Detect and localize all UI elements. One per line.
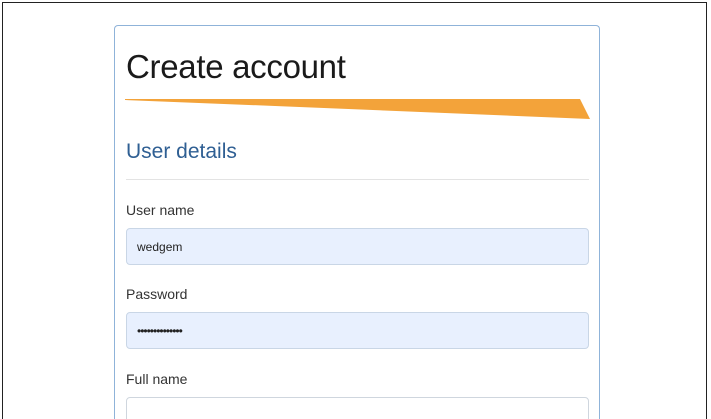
fullname-label: Full name — [126, 371, 188, 387]
password-input[interactable] — [126, 312, 589, 349]
password-label: Password — [126, 286, 188, 302]
create-account-card: Create account User details User name Pa… — [114, 25, 600, 419]
section-divider — [126, 179, 589, 180]
accent-stripe — [125, 99, 590, 119]
fullname-input[interactable] — [126, 397, 589, 419]
section-title-user-details: User details — [126, 140, 237, 163]
username-label: User name — [126, 202, 195, 218]
page-title: Create account — [126, 48, 346, 85]
username-input[interactable] — [126, 228, 589, 265]
